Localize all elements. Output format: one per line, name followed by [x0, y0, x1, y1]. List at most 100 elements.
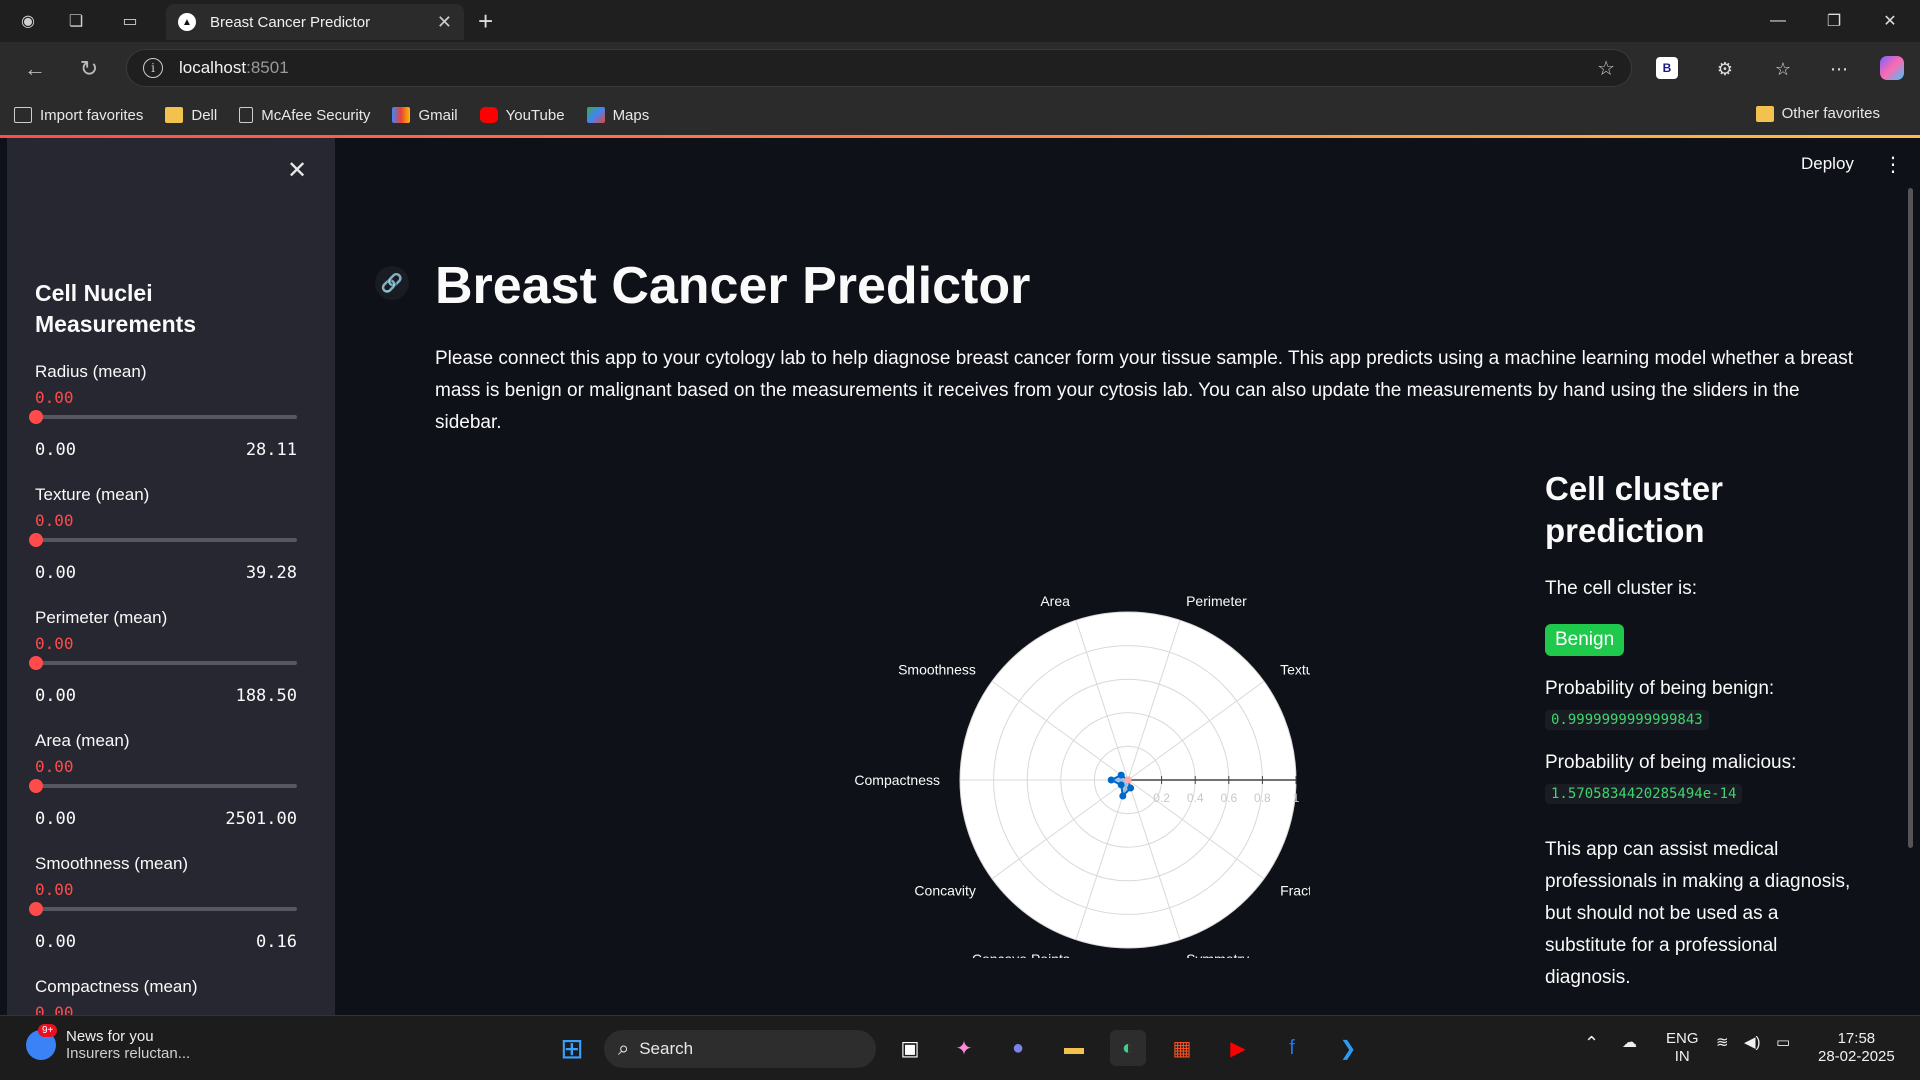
facebook-icon[interactable]: f [1274, 1030, 1310, 1066]
sidebar: ✕ Cell Nuclei Measurements Radius (mean)… [7, 138, 335, 1015]
kebab-menu-icon[interactable]: ⋮ [1883, 152, 1903, 177]
address-bar[interactable]: i localhost:8501 ☆ [126, 49, 1632, 87]
slider-track[interactable] [29, 902, 297, 916]
back-icon[interactable]: ← [20, 54, 50, 84]
prediction-subtitle: The cell cluster is: [1545, 578, 1698, 599]
task-view-icon[interactable]: ▣ [892, 1030, 928, 1066]
benign-probability-label: Probability of being benign: [1545, 678, 1775, 699]
radar-chart-svg: 0.20.40.60.81RadiusTexturePerimeterAreaS… [854, 593, 1476, 967]
reload-icon[interactable]: ↻ [74, 54, 104, 84]
sidebar-title: Cell Nuclei Measurements [35, 280, 197, 337]
new-tab-icon[interactable]: + [478, 6, 493, 37]
slider-perimeter-mean[interactable]: Perimeter (mean) 0.00 0.00 188.50 [29, 608, 305, 728]
clock-time: 17:58 [1837, 1030, 1876, 1047]
favorites-bar: Import favorites Dell McAfee Security Gm… [0, 94, 1920, 136]
slider-thumb[interactable] [29, 410, 43, 424]
restore-icon[interactable]: ❐ [1806, 6, 1862, 36]
profile-icon[interactable]: ◉ [14, 8, 42, 34]
wifi-icon[interactable]: ≋ [1716, 1034, 1729, 1052]
windows-taskbar: 9+ News for you Insurers reluctan... ⊞ ⌕… [0, 1015, 1920, 1080]
favorite-youtube[interactable]: YouTube [479, 107, 565, 124]
copilot-icon[interactable] [1880, 56, 1904, 80]
slider-thumb[interactable] [29, 656, 43, 670]
slider-max: 2501.00 [225, 809, 297, 829]
radar-radial-tick-label: 0.8 [1254, 791, 1271, 805]
folder-icon [1755, 105, 1774, 122]
slider-track[interactable] [29, 410, 297, 424]
slider-track[interactable] [29, 779, 297, 793]
main-scrollbar[interactable] [1908, 188, 1913, 848]
site-info-icon[interactable]: i [143, 58, 163, 78]
favorite-mcafee[interactable]: McAfee Security [239, 107, 370, 124]
radar-axis-label: Symmetry [1186, 951, 1249, 958]
radar-axis-label: Fractal Dimension [1280, 883, 1310, 899]
radar-axis-label: Compactness [854, 772, 940, 788]
vertical-tabs-icon[interactable]: ▭ [116, 8, 144, 34]
slider-texture-mean[interactable]: Texture (mean) 0.00 0.00 39.28 [29, 485, 305, 605]
radar-axis-label: Texture [1280, 661, 1310, 677]
radar-data-point [1117, 771, 1125, 779]
favorite-maps[interactable]: Maps [586, 107, 649, 124]
edge-icon[interactable]: ◐ [1110, 1030, 1146, 1066]
clock[interactable]: 17:58 28-02-2025 [1818, 1030, 1895, 1066]
extension-b-icon[interactable]: B [1656, 57, 1678, 79]
minimize-icon[interactable]: — [1750, 6, 1806, 36]
slider-min: 0.00 [35, 809, 76, 829]
other-favorites[interactable]: Other favorites [1755, 105, 1880, 122]
more-options-icon[interactable]: ⋯ [1826, 56, 1852, 82]
slider-compactness-mean[interactable]: Compactness (mean) 0.00 [35, 977, 305, 1015]
prediction-result-badge: Benign [1545, 624, 1625, 656]
favorite-dell[interactable]: Dell [165, 107, 217, 124]
streamlit-favicon-icon: ▲ [178, 13, 196, 31]
tray-chevron-icon[interactable]: ⌃ [1584, 1034, 1599, 1052]
radar-chart[interactable]: 0.20.40.60.81RadiusTexturePerimeterAreaS… [510, 558, 1476, 967]
radar-radial-tick-label: 0.2 [1153, 791, 1170, 805]
store-icon[interactable]: ▦ [1164, 1030, 1200, 1066]
slider-thumb[interactable] [29, 533, 43, 547]
slider-max: 39.28 [245, 563, 297, 583]
slider-thumb[interactable] [29, 779, 43, 793]
active-tab[interactable]: ▲ Breast Cancer Predictor ✕ [166, 4, 464, 40]
taskbar-search[interactable]: ⌕ Search [604, 1030, 876, 1068]
slider-thumb[interactable] [29, 902, 43, 916]
extensions-puzzle-icon[interactable]: ⚙ [1712, 56, 1738, 82]
file-explorer-icon[interactable]: ▬ [1056, 1030, 1092, 1066]
tab-close-icon[interactable]: ✕ [437, 12, 452, 33]
radar-radial-tick-label: 0.4 [1187, 791, 1204, 805]
favorite-import[interactable]: Import favorites [14, 107, 143, 124]
copilot-taskbar-icon[interactable]: ✦ [946, 1030, 982, 1066]
search-icon: ⌕ [618, 1037, 630, 1060]
news-badge: 9+ [38, 1024, 58, 1037]
favorite-star-icon[interactable]: ☆ [1597, 56, 1615, 81]
slider-radius-mean[interactable]: Radius (mean) 0.00 0.00 28.11 [29, 362, 305, 482]
news-widget[interactable]: 9+ News for you Insurers reluctan... [26, 1024, 191, 1062]
sidebar-close-icon[interactable]: ✕ [287, 156, 307, 185]
slider-area-mean[interactable]: Area (mean) 0.00 0.00 2501.00 [29, 731, 305, 851]
slider-smoothness-mean[interactable]: Smoothness (mean) 0.00 0.00 0.16 [29, 854, 305, 974]
address-toolbar: ← ↻ i localhost:8501 ☆ B ⚙ ☆ ⋯ [0, 42, 1920, 94]
malicious-probability-value: 1.5705834420285494e-14 [1545, 784, 1743, 804]
favorites-list-icon[interactable]: ☆ [1770, 56, 1796, 82]
lang-bottom: IN [1674, 1048, 1690, 1065]
url-host: localhost [179, 58, 247, 77]
news-subtitle: Insurers reluctan... [66, 1045, 191, 1062]
vscode-icon[interactable]: ❯ [1330, 1030, 1366, 1066]
deploy-button[interactable]: Deploy [1801, 154, 1854, 174]
slider-label: Radius (mean) [35, 362, 147, 381]
start-icon[interactable]: ⊞ [554, 1030, 590, 1066]
youtube-taskbar-icon[interactable]: ▶ [1220, 1030, 1256, 1066]
favorite-gmail[interactable]: Gmail [392, 107, 458, 124]
folder-icon [165, 107, 184, 123]
workspaces-icon[interactable]: ❏ [62, 8, 90, 34]
slider-track[interactable] [29, 533, 297, 547]
page-icon [239, 107, 254, 123]
slider-max: 28.11 [245, 440, 297, 460]
anchor-link-icon[interactable]: 🔗 [375, 266, 409, 300]
volume-icon[interactable]: ◀) [1744, 1034, 1761, 1052]
battery-icon[interactable]: ▭ [1776, 1034, 1790, 1052]
window-close-icon[interactable]: ✕ [1862, 6, 1918, 36]
onedrive-icon[interactable]: ☁ [1622, 1034, 1637, 1052]
teams-icon[interactable]: ● [1000, 1030, 1036, 1066]
slider-track[interactable] [29, 656, 297, 670]
language-indicator[interactable]: ENG IN [1666, 1030, 1699, 1066]
